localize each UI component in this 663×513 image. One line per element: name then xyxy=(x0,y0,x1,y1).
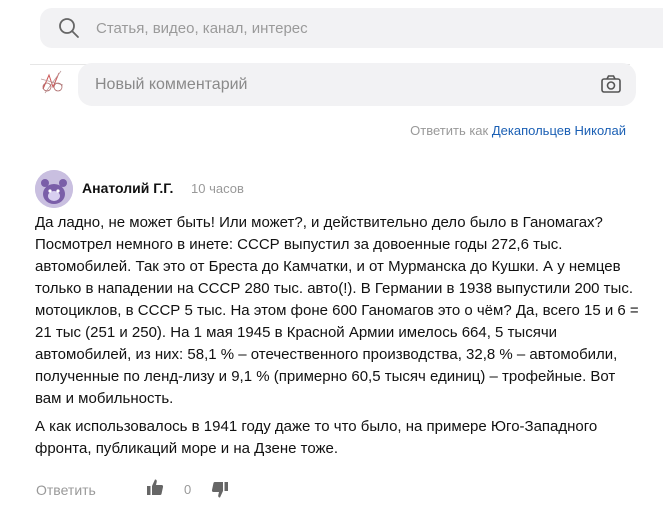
author-avatar[interactable] xyxy=(35,170,73,208)
search-icon xyxy=(58,17,80,39)
comment-author[interactable]: Анатолий Г.Г. xyxy=(82,180,173,196)
reply-as: Ответить как Декапольцев Николай xyxy=(410,123,626,138)
reply-button[interactable]: Ответить xyxy=(36,482,96,498)
new-comment-input[interactable] xyxy=(95,75,575,94)
new-comment-box[interactable] xyxy=(78,63,636,106)
reply-as-user-link[interactable]: Декапольцев Николай xyxy=(492,123,626,138)
thumbs-up-icon[interactable] xyxy=(146,478,164,496)
comment-actions: Ответить 0 xyxy=(36,479,228,500)
thumbs-down-icon[interactable] xyxy=(211,481,229,499)
camera-icon[interactable] xyxy=(600,74,622,94)
like-count: 0 xyxy=(184,482,192,497)
comment-time: 10 часов xyxy=(191,181,244,196)
comment-paragraph: А как использовалось в 1941 году даже то… xyxy=(35,418,598,457)
search-bar[interactable] xyxy=(40,8,663,48)
my-avatar[interactable] xyxy=(37,67,67,97)
reply-as-label: Ответить как xyxy=(410,123,489,138)
comment-text: Да ладно, не может быть! Или может?, и д… xyxy=(35,212,645,466)
comment-paragraph: Да ладно, не может быть! Или может?, и д… xyxy=(35,214,639,407)
search-input[interactable] xyxy=(96,19,596,37)
comments-page: Ответить как Декапольцев Николай Анатоли… xyxy=(0,0,663,513)
